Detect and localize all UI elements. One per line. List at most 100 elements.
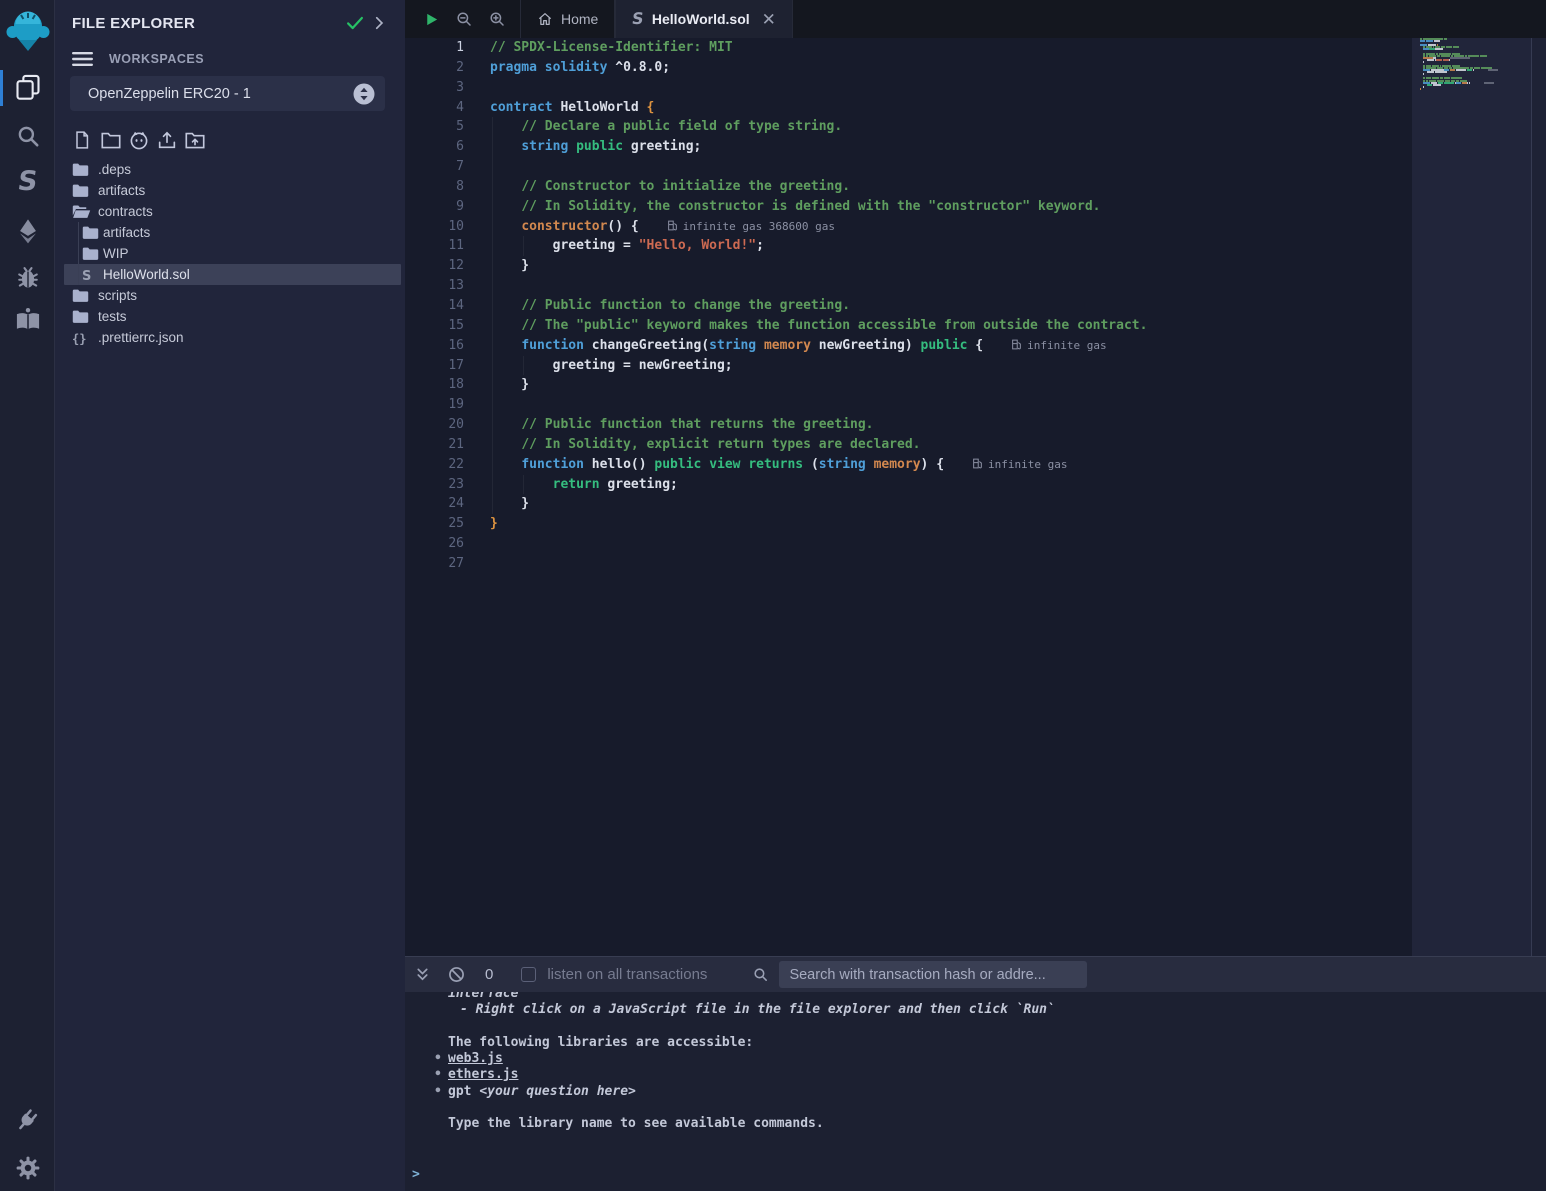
line-number[interactable]: 10 bbox=[405, 217, 490, 237]
line-number[interactable]: 15 bbox=[405, 316, 490, 336]
code-line[interactable]: // Public function that returns the gree… bbox=[490, 415, 1407, 435]
github-icon[interactable] bbox=[128, 129, 148, 151]
line-number[interactable]: 4 bbox=[405, 98, 490, 118]
code-line[interactable] bbox=[490, 534, 1407, 554]
code-line[interactable]: // The "public" keyword makes the functi… bbox=[490, 316, 1407, 336]
terminal-output[interactable]: interface- Right click on a JavaScript f… bbox=[405, 992, 1546, 1191]
settings-gear-icon[interactable] bbox=[0, 1155, 55, 1181]
new-folder-icon[interactable] bbox=[100, 129, 120, 151]
tree-item-tests[interactable]: tests bbox=[55, 306, 405, 327]
line-number[interactable]: 24 bbox=[405, 494, 490, 514]
line-number[interactable]: 23 bbox=[405, 475, 490, 495]
line-number[interactable]: 25 bbox=[405, 514, 490, 534]
line-number[interactable]: 1 bbox=[405, 38, 490, 58]
library-link-ethers-js[interactable]: ethers.js bbox=[448, 1067, 518, 1082]
remix-logo-icon[interactable] bbox=[0, 7, 55, 53]
code-line[interactable]: contract HelloWorld { bbox=[490, 98, 1407, 118]
code-line[interactable]: } bbox=[490, 256, 1407, 276]
code-line[interactable]: // In Solidity, explicit return types ar… bbox=[490, 435, 1407, 455]
file-explorer-icon[interactable] bbox=[0, 73, 55, 101]
code-line[interactable]: } bbox=[490, 514, 1407, 534]
code-line[interactable]: } bbox=[490, 494, 1407, 514]
code-line[interactable]: function changeGreeting(string memory ne… bbox=[490, 336, 1407, 356]
line-number[interactable]: 14 bbox=[405, 296, 490, 316]
code-line[interactable]: } bbox=[490, 375, 1407, 395]
code-line[interactable]: return greeting; bbox=[490, 475, 1407, 495]
code-line[interactable]: pragma solidity ^0.8.0; bbox=[490, 58, 1407, 78]
code-line[interactable] bbox=[490, 157, 1407, 177]
line-number[interactable]: 22 bbox=[405, 455, 490, 475]
tree-item--deps[interactable]: .deps bbox=[55, 159, 405, 180]
tree-item-wip[interactable]: WIP bbox=[55, 243, 405, 264]
accept-check-icon[interactable] bbox=[343, 11, 367, 35]
code-line[interactable]: constructor() {infinite gas 368600 gas bbox=[490, 217, 1407, 237]
listen-transactions-checkbox[interactable] bbox=[521, 967, 536, 982]
tree-item--prettierrc-json[interactable]: {}.prettierrc.json bbox=[55, 327, 405, 348]
line-number[interactable]: 2 bbox=[405, 58, 490, 78]
code-line[interactable]: // In Solidity, the constructor is defin… bbox=[490, 197, 1407, 217]
publish-upload-icon[interactable] bbox=[156, 129, 176, 151]
line-number[interactable]: 5 bbox=[405, 117, 490, 137]
tree-item-scripts[interactable]: scripts bbox=[55, 285, 405, 306]
code-line[interactable]: greeting = newGreeting; bbox=[490, 356, 1407, 376]
tab-home[interactable]: Home bbox=[520, 0, 615, 38]
tree-item-helloworld-sol[interactable]: SHelloWorld.sol bbox=[55, 264, 405, 285]
tree-item-artifacts[interactable]: artifacts bbox=[55, 222, 405, 243]
line-number[interactable]: 17 bbox=[405, 356, 490, 376]
code-line[interactable] bbox=[490, 395, 1407, 415]
code-line[interactable]: // Public function to change the greetin… bbox=[490, 296, 1407, 316]
code-line[interactable]: function hello() public view returns (st… bbox=[490, 455, 1407, 475]
line-number[interactable]: 7 bbox=[405, 157, 490, 177]
solidity-compiler-icon[interactable]: S bbox=[0, 168, 55, 195]
debugger-icon[interactable] bbox=[0, 264, 55, 292]
terminal-prompt[interactable]: > bbox=[405, 1167, 1546, 1183]
learneth-book-icon[interactable] bbox=[0, 306, 55, 334]
zoom-out-icon[interactable] bbox=[455, 10, 473, 28]
deploy-and-run-icon[interactable] bbox=[0, 217, 55, 245]
line-number[interactable]: 11 bbox=[405, 236, 490, 256]
line-number[interactable]: 20 bbox=[405, 415, 490, 435]
line-number[interactable]: 13 bbox=[405, 276, 490, 296]
panel-title: FILE EXPLORER bbox=[72, 15, 343, 32]
workspace-select[interactable]: OpenZeppelin ERC20 - 1 bbox=[70, 76, 385, 111]
line-number[interactable]: 26 bbox=[405, 534, 490, 554]
expand-terminal-icon[interactable] bbox=[415, 967, 430, 982]
line-number[interactable]: 6 bbox=[405, 137, 490, 157]
tree-item-contracts[interactable]: contracts bbox=[55, 201, 405, 222]
line-number[interactable]: 16 bbox=[405, 336, 490, 356]
line-number[interactable]: 18 bbox=[405, 375, 490, 395]
code-editor[interactable]: 1234567891011121314151617181920212223242… bbox=[405, 38, 1546, 956]
code-line[interactable] bbox=[490, 554, 1407, 574]
code-line[interactable]: greeting = "Hello, World!"; bbox=[490, 236, 1407, 256]
code-line[interactable]: string public greeting; bbox=[490, 137, 1407, 157]
line-number[interactable]: 21 bbox=[405, 435, 490, 455]
line-number[interactable]: 3 bbox=[405, 78, 490, 98]
editor-scrollbar[interactable] bbox=[1532, 38, 1546, 956]
code-line[interactable]: // Declare a public field of type string… bbox=[490, 117, 1407, 137]
run-script-button[interactable] bbox=[423, 11, 440, 28]
terminal-search-input[interactable] bbox=[779, 961, 1087, 988]
tab-helloworld-sol[interactable]: S HelloWorld.sol ✕ bbox=[615, 0, 793, 38]
zoom-in-icon[interactable] bbox=[488, 10, 506, 28]
line-number[interactable]: 9 bbox=[405, 197, 490, 217]
code-line[interactable]: // Constructor to initialize the greetin… bbox=[490, 177, 1407, 197]
code-line[interactable]: // SPDX-License-Identifier: MIT bbox=[490, 38, 1407, 58]
chevron-right-icon[interactable] bbox=[367, 11, 391, 35]
plugin-manager-icon[interactable] bbox=[0, 1104, 55, 1134]
line-number[interactable]: 27 bbox=[405, 554, 490, 574]
library-link-web3-js[interactable]: web3.js bbox=[448, 1051, 503, 1066]
new-file-icon[interactable] bbox=[72, 129, 92, 151]
line-number[interactable]: 19 bbox=[405, 395, 490, 415]
search-icon[interactable] bbox=[0, 123, 55, 149]
minimap[interactable] bbox=[1420, 38, 1528, 94]
tab-close-icon[interactable]: ✕ bbox=[762, 11, 776, 28]
tree-item-artifacts[interactable]: artifacts bbox=[55, 180, 405, 201]
workspace-sort-icon[interactable] bbox=[353, 83, 375, 105]
line-number[interactable]: 8 bbox=[405, 177, 490, 197]
line-number[interactable]: 12 bbox=[405, 256, 490, 276]
code-line[interactable] bbox=[490, 78, 1407, 98]
clear-console-icon[interactable] bbox=[448, 966, 465, 983]
load-folder-icon[interactable] bbox=[184, 129, 204, 151]
hamburger-menu-icon[interactable] bbox=[72, 51, 93, 67]
code-line[interactable] bbox=[490, 276, 1407, 296]
